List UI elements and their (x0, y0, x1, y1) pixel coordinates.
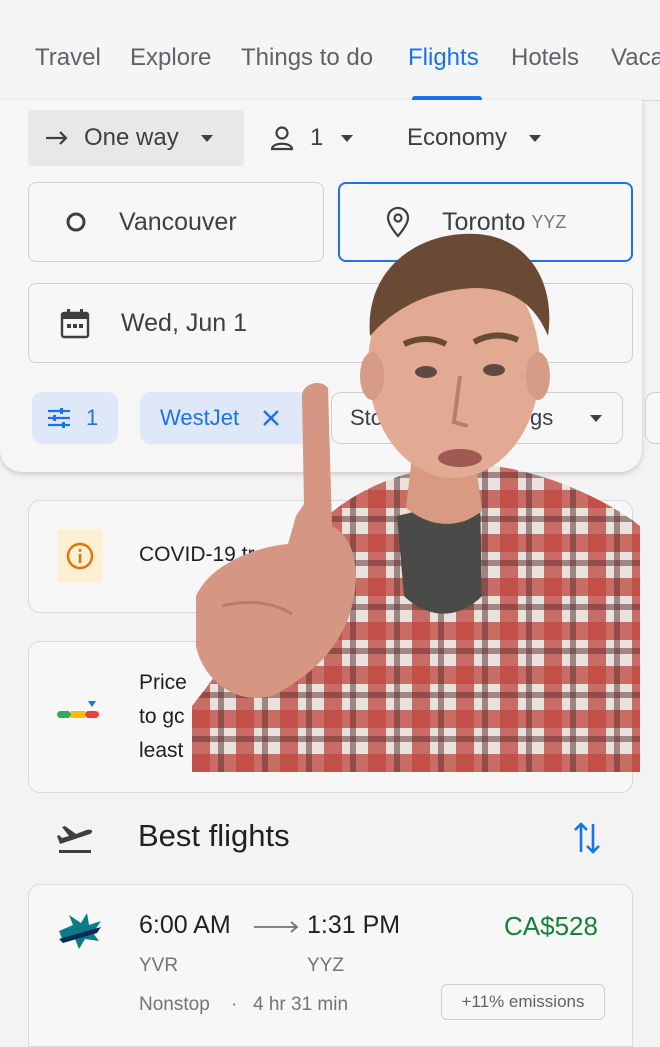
emissions-badge: +11% emissions (441, 984, 605, 1020)
destination-airport-code: YYZ (307, 955, 344, 976)
flight-result-card[interactable]: 6:00 AM 1:31 PM CA$528 YVR YYZ Nonstop ·… (28, 884, 633, 1047)
arrow-right-icon (46, 131, 68, 145)
takeoff-icon (57, 826, 93, 853)
filter-sliders-icon (48, 408, 70, 428)
tab-flights[interactable]: Flights (408, 44, 479, 72)
departure-time: 6:00 AM (139, 911, 231, 939)
passengers-select[interactable]: 1 (270, 110, 354, 166)
calendar-icon (60, 309, 90, 339)
person-icon (270, 126, 294, 151)
passengers-count: 1 (310, 124, 324, 151)
tab-hotels[interactable]: Hotels (511, 44, 579, 72)
tab-explore[interactable]: Explore (130, 44, 211, 72)
presenter-video-overlay (192, 233, 640, 772)
best-flights-title: Best flights (138, 818, 290, 853)
arrival-time: 1:31 PM (307, 911, 401, 939)
westjet-logo (59, 913, 101, 949)
chevron-down-icon (200, 134, 213, 142)
tab-things-to-do[interactable]: Things to do (241, 44, 373, 72)
top-nav: Travel Explore Things to do Flights Hote… (0, 0, 660, 101)
tab-travel[interactable]: Travel (35, 44, 101, 72)
sort-icon[interactable] (572, 820, 602, 856)
trip-type-label: One way (84, 124, 179, 151)
stops-info: Nonstop (139, 994, 210, 1015)
cabin-class-label: Economy (407, 124, 508, 151)
origin-airport-code: YVR (139, 955, 179, 976)
price-insight-line-1: Price (139, 671, 187, 694)
flight-duration: 4 hr 31 min (253, 994, 349, 1015)
more-filters-chip[interactable] (645, 392, 660, 444)
dot-separator: · (231, 994, 238, 1015)
arrow-right-icon (254, 921, 299, 933)
flight-price: CA$528 (504, 911, 598, 941)
trip-type-select[interactable]: One way (28, 110, 244, 166)
chevron-down-icon (529, 134, 542, 142)
price-level-icon (57, 701, 99, 718)
tab-vacation[interactable]: Vaca (611, 44, 660, 72)
info-icon (66, 542, 94, 570)
all-filters-button[interactable]: 1 (32, 392, 118, 444)
filter-count: 1 (86, 405, 99, 430)
chevron-down-icon (341, 134, 354, 142)
cabin-class-select[interactable]: Economy (407, 110, 542, 166)
info-icon-box (57, 529, 103, 583)
circle-origin-icon (66, 212, 86, 232)
